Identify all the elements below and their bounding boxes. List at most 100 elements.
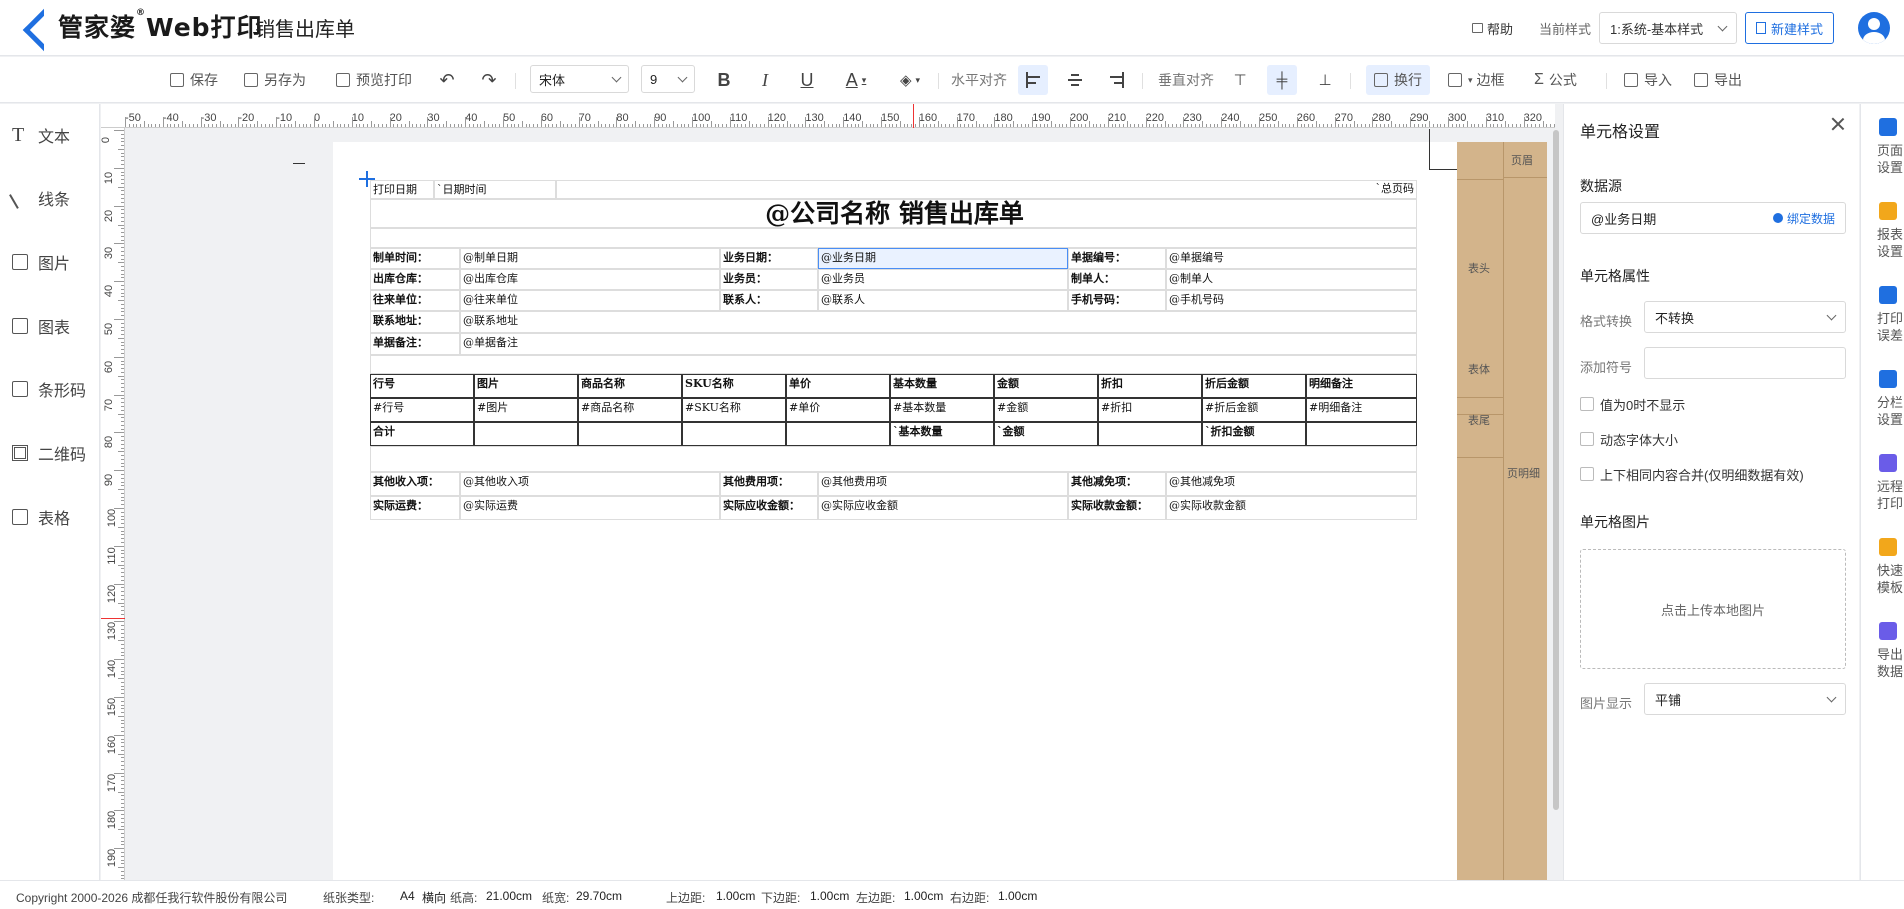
blank-row[interactable] <box>370 355 1417 374</box>
detail-sum-cell[interactable] <box>682 422 786 446</box>
info-label[interactable]: 手机号码： <box>1068 290 1166 311</box>
far-right-item-1[interactable]: 报表 设置 <box>1877 202 1904 260</box>
footer-label[interactable]: 实际运费： <box>370 496 460 520</box>
date-time-cell[interactable]: `日期时间 <box>434 180 556 199</box>
detail-sum-cell[interactable]: 合计 <box>370 422 474 446</box>
detail-sum-cell[interactable]: `折扣金额 <box>1202 422 1306 446</box>
far-right-item-2[interactable]: 打印 误差 <box>1877 286 1904 344</box>
info-label[interactable]: 业务日期： <box>720 248 818 269</box>
detail-sum-cell[interactable] <box>474 422 578 446</box>
footer-field[interactable]: @实际运费 <box>460 496 720 520</box>
band-page-header[interactable]: 页眉 <box>1511 152 1533 168</box>
tool-table[interactable]: 表格 <box>12 502 70 532</box>
tool-barcode[interactable]: 条形码 <box>12 374 86 404</box>
band-table-footer[interactable]: 表尾 <box>1468 412 1490 428</box>
footer-field[interactable]: @实际收款金额 <box>1166 496 1417 520</box>
horizontal-ruler[interactable]: -50 -40 -30 -20 -10 0 10 20 30 40 50 60 70 80 90 100 110… <box>101 104 1555 128</box>
detail-sum-cell[interactable] <box>786 422 890 446</box>
detail-header-cell[interactable]: 折扣 <box>1098 374 1202 398</box>
avatar[interactable] <box>1858 12 1890 44</box>
info-field[interactable]: @联系人 <box>818 290 1068 311</box>
font-size-select[interactable]: 9 <box>641 65 695 93</box>
datasource-field[interactable]: @业务日期 绑定数据 <box>1580 202 1846 234</box>
report-title[interactable]: @公司名称 销售出库单 <box>370 199 1417 228</box>
detail-sum-cell[interactable] <box>578 422 682 446</box>
detail-header-cell[interactable]: 折后金额 <box>1202 374 1306 398</box>
far-right-item-4[interactable]: 远程 打印 <box>1877 454 1904 512</box>
far-right-item-5[interactable]: 快速 模板 <box>1877 538 1904 596</box>
info-field[interactable]: @单据编号 <box>1166 248 1417 269</box>
new-style-button[interactable]: 新建样式 <box>1744 12 1834 44</box>
save-as-button[interactable]: 另存为 <box>244 65 306 95</box>
bind-data-button[interactable]: 绑定数据 <box>1772 210 1835 227</box>
footer-label[interactable]: 其他减免项： <box>1068 472 1166 496</box>
footer-label[interactable]: 实际应收金额： <box>720 496 818 520</box>
footer-label[interactable]: 实际收款金额： <box>1068 496 1166 520</box>
format-select[interactable]: 不转换 <box>1644 301 1846 333</box>
footer-field[interactable]: @实际应收金额 <box>818 496 1068 520</box>
detail-field-cell[interactable]: #折扣 <box>1098 398 1202 422</box>
info-label[interactable]: 往来单位： <box>370 290 460 311</box>
info-label[interactable]: 制单人： <box>1068 269 1166 290</box>
bold-button[interactable]: B <box>709 65 739 95</box>
detail-header-cell[interactable]: 行号 <box>370 374 474 398</box>
border-button[interactable]: ▾ 边框 <box>1448 65 1505 95</box>
merge-checkbox[interactable]: 上下相同内容合并(仅明细数据有效) <box>1580 464 1804 484</box>
align-center-button[interactable] <box>1060 65 1090 95</box>
footer-label[interactable]: 其他收入项： <box>370 472 460 496</box>
dynamic-font-checkbox[interactable]: 动态字体大小 <box>1580 429 1678 449</box>
detail-header-cell[interactable]: 明细备注 <box>1306 374 1417 398</box>
vertical-ruler[interactable]: 0 10 20 30 40 50 60 70 80 90 100 110 120 130 140 150 160… <box>101 128 125 880</box>
far-right-item-3[interactable]: 分栏 设置 <box>1877 370 1904 428</box>
symbol-input[interactable] <box>1644 347 1846 379</box>
band-table-body[interactable]: 表体 <box>1468 361 1490 377</box>
detail-field-cell[interactable]: #商品名称 <box>578 398 682 422</box>
detail-sum-cell[interactable]: `基本数量 <box>890 422 994 446</box>
info-label[interactable]: 联系地址： <box>370 311 460 333</box>
undo-button[interactable]: ↶ <box>432 65 462 95</box>
info-field[interactable]: @往来单位 <box>460 290 720 311</box>
detail-sum-cell[interactable] <box>1098 422 1202 446</box>
detail-field-cell[interactable]: #SKU名称 <box>682 398 786 422</box>
detail-field-cell[interactable]: #折后金额 <box>1202 398 1306 422</box>
blank-row[interactable] <box>370 446 1417 472</box>
detail-field-cell[interactable]: #单价 <box>786 398 890 422</box>
info-label[interactable]: 制单时间： <box>370 248 460 269</box>
import-button[interactable]: 导入 <box>1624 65 1672 95</box>
info-label[interactable]: 业务员： <box>720 269 818 290</box>
far-right-item-6[interactable]: 导出 数据 <box>1877 622 1904 680</box>
footer-field[interactable]: @其他费用项 <box>818 472 1068 496</box>
info-field[interactable]: @制单人 <box>1166 269 1417 290</box>
info-label[interactable]: 单据编号： <box>1068 248 1166 269</box>
help-link[interactable]: 帮助 <box>1471 19 1513 38</box>
detail-header-cell[interactable]: 基本数量 <box>890 374 994 398</box>
redo-button[interactable]: ↷ <box>474 65 504 95</box>
detail-sum-cell[interactable] <box>1306 422 1417 446</box>
tool-text[interactable]: T 文本 <box>12 120 70 150</box>
footer-label[interactable]: 其他费用项： <box>720 472 818 496</box>
align-top-button[interactable]: ⊤ <box>1225 65 1255 95</box>
brand-logo[interactable]: 管家婆®Web打印 <box>24 6 263 46</box>
italic-button[interactable]: I <box>750 65 780 95</box>
footer-field[interactable]: @其他减免项 <box>1166 472 1417 496</box>
info-label[interactable]: 单据备注： <box>370 333 460 355</box>
total-pages-cell[interactable]: `总页码 <box>1326 180 1417 199</box>
info-field[interactable]: @业务员 <box>818 269 1068 290</box>
info-label[interactable]: 联系人： <box>720 290 818 311</box>
info-field[interactable]: @手机号码 <box>1166 290 1417 311</box>
zero-hide-checkbox[interactable]: 值为0时不显示 <box>1580 394 1685 414</box>
underline-button[interactable]: U <box>792 65 822 95</box>
upload-image-area[interactable]: 点击上传本地图片 <box>1580 549 1846 669</box>
image-display-select[interactable]: 平铺 <box>1644 683 1846 715</box>
formula-button[interactable]: Σ 公式 <box>1534 65 1577 95</box>
style-select[interactable]: 1:系统-基本样式 <box>1598 12 1737 44</box>
tool-line[interactable]: 线条 <box>9 183 70 213</box>
detail-field-cell[interactable]: #明细备注 <box>1306 398 1417 422</box>
align-right-button[interactable] <box>1102 65 1132 95</box>
design-canvas[interactable]: 页眉 表头 表体 表尾 页明细 打印日期 `日期时间 `总页码 @公司名称 销售出库单… <box>126 129 1556 880</box>
detail-field-cell[interactable]: #基本数量 <box>890 398 994 422</box>
detail-header-cell[interactable]: 金额 <box>994 374 1098 398</box>
detail-field-cell[interactable]: #行号 <box>370 398 474 422</box>
info-label[interactable]: 出库仓库： <box>370 269 460 290</box>
footer-field[interactable]: @其他收入项 <box>460 472 720 496</box>
